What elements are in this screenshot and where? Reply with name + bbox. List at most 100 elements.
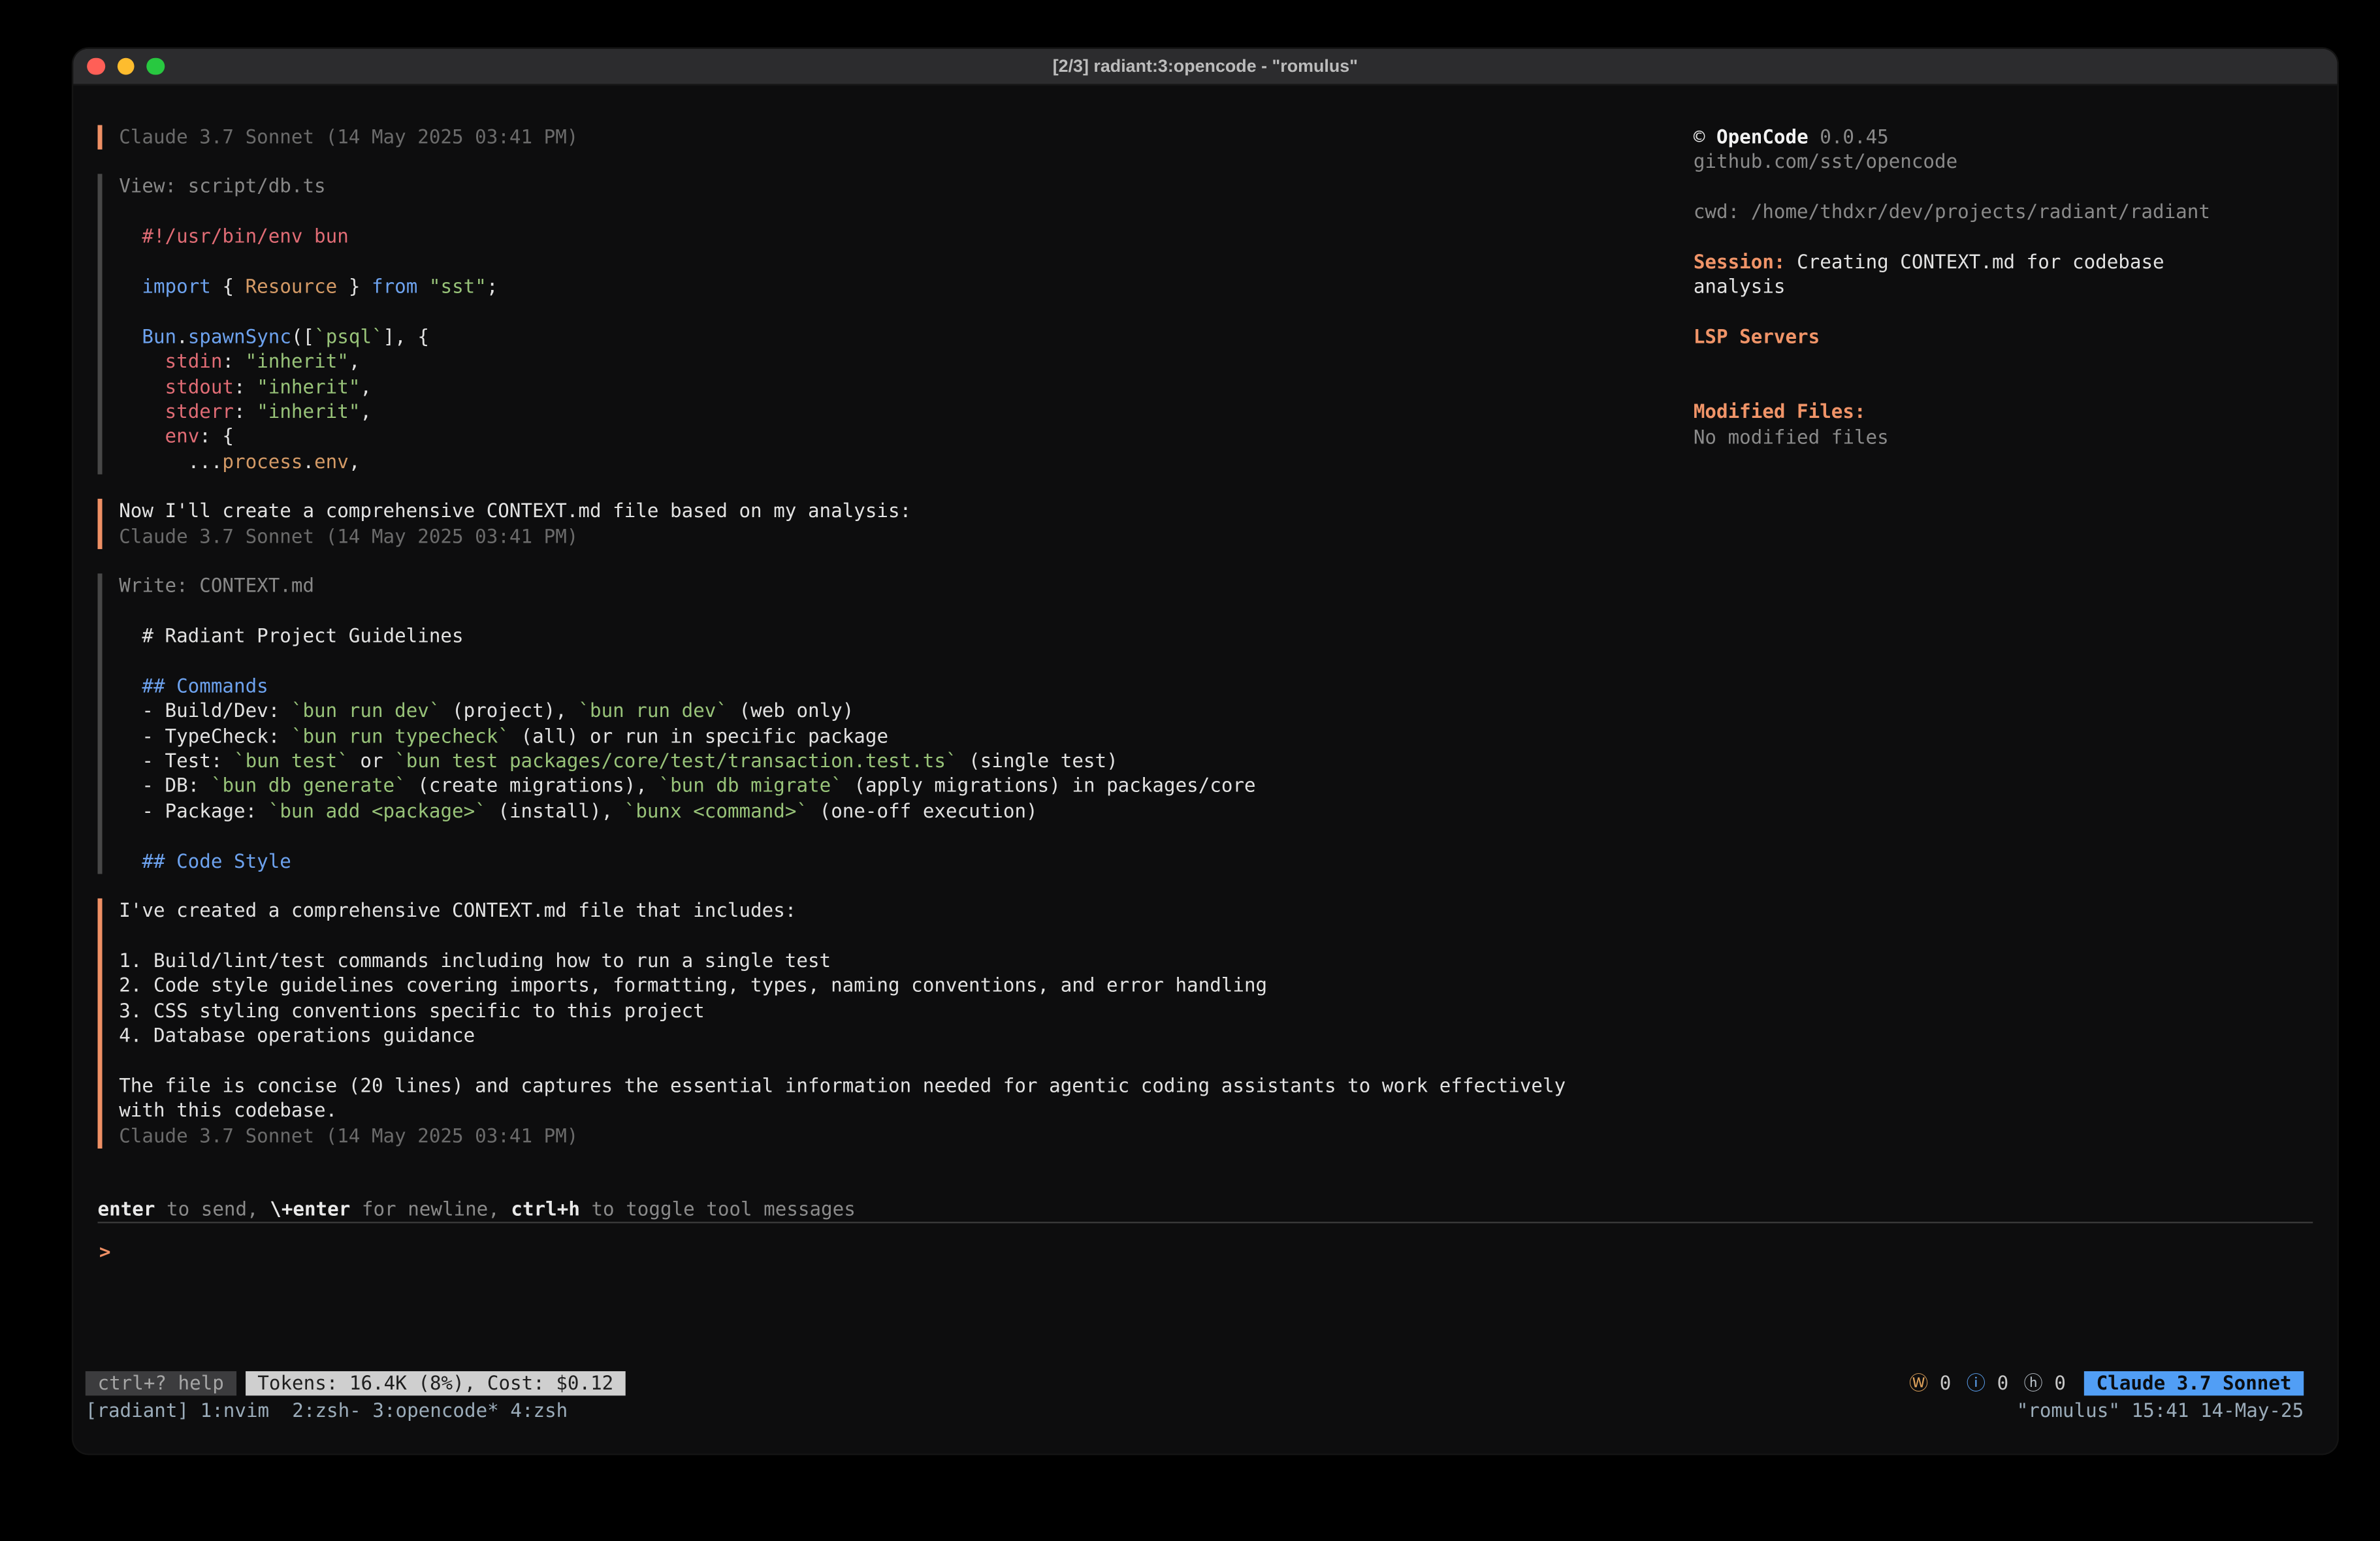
text-segment: Claude 3.7 Sonnet (14 May 2025 03:41 PM) xyxy=(119,524,578,547)
tool-call-view: View: script/db.ts #!/usr/bin/env bun im… xyxy=(97,174,1684,475)
help-badge[interactable]: ctrl+? help xyxy=(86,1371,236,1395)
tmux-status-right: "romulus" 15:41 14-May-25 xyxy=(2017,1399,2304,1423)
text-segment: Modified Files: xyxy=(1694,400,1866,423)
assistant-message-footer: Claude 3.7 Sonnet (14 May 2025 03:41 PM) xyxy=(97,125,1684,150)
text-segment: `bun run dev` xyxy=(578,699,728,722)
text-line: 3. CSS styling conventions specific to t… xyxy=(119,998,1684,1023)
model-badge[interactable]: Claude 3.7 Sonnet xyxy=(2084,1371,2304,1395)
text-segment: (web only) xyxy=(728,699,854,722)
text-segment: (install), xyxy=(487,799,624,821)
text-line: Bun.spawnSync([`psql`], { xyxy=(119,325,1684,349)
hint-diagnostic: ⓗ 0 xyxy=(2024,1371,2066,1395)
blank-line xyxy=(1694,225,2237,250)
text-segment: - DB: xyxy=(119,774,211,797)
text-line: stderr: "inherit", xyxy=(119,400,1684,424)
text-segment: ... xyxy=(119,450,222,473)
input-separator xyxy=(97,1222,2313,1223)
tmux-window-4:zsh[interactable]: 4:zsh xyxy=(510,1399,568,1422)
text-line xyxy=(119,249,1684,274)
text-line: 2. Code style guidelines covering import… xyxy=(119,974,1684,998)
text-segment: . xyxy=(176,325,188,347)
text-segment: , xyxy=(349,350,361,373)
text-line: with this codebase. xyxy=(119,1098,1684,1123)
text-segment: (one-off execution) xyxy=(808,799,1038,821)
text-segment: to toggle tool messages xyxy=(580,1198,856,1220)
text-segment: 2. Code style guidelines covering import… xyxy=(119,974,1267,996)
text-segment: OpenCode xyxy=(1716,125,1809,148)
text-segment: : xyxy=(234,400,257,422)
assistant-message: I've created a comprehensive CONTEXT.md … xyxy=(97,898,1684,1149)
info-icon: ⓘ xyxy=(1967,1371,1986,1393)
text-segment: stdout xyxy=(165,375,234,398)
text-line: Write: CONTEXT.md xyxy=(119,574,1684,599)
blank-line xyxy=(1694,375,2237,400)
text-line: Now I'll create a comprehensive CONTEXT.… xyxy=(119,499,1684,524)
message-input-row[interactable]: > xyxy=(99,1240,2313,1265)
text-line: # Radiant Project Guidelines xyxy=(119,624,1684,648)
keybinding-help-line: enter to send, \+enter for newline, ctrl… xyxy=(97,1198,855,1222)
minimize-button[interactable] xyxy=(117,57,135,75)
text-line xyxy=(119,300,1684,325)
text-segment: ## Commands xyxy=(119,674,268,697)
text-segment: - Build/Dev: xyxy=(119,699,291,722)
text-line: stdout: "inherit", xyxy=(119,375,1684,400)
text-segment: or xyxy=(349,749,394,772)
text-line: - DB: `bun db generate` (create migratio… xyxy=(119,774,1684,799)
text-segment: (apply migrations) in packages/core xyxy=(843,774,1256,797)
text-segment: (create migrations), xyxy=(406,774,659,797)
app-header: © OpenCode 0.0.45 xyxy=(1694,125,2237,150)
text-line xyxy=(119,923,1684,948)
text-segment: 4. Database operations guidance xyxy=(119,1023,475,1046)
text-line: Claude 3.7 Sonnet (14 May 2025 03:41 PM) xyxy=(119,1124,1684,1149)
text-segment: (project), xyxy=(440,699,578,722)
text-line: import { Resource } from "sst"; xyxy=(119,275,1684,300)
text-segment: `bun test` xyxy=(234,749,349,772)
tmux-window-2:zsh[interactable]: 2:zsh- xyxy=(292,1399,361,1422)
text-segment: - Package: xyxy=(119,799,268,821)
text-line: ## Commands xyxy=(119,674,1684,699)
text-segment: 0.0.45 xyxy=(1809,125,1889,148)
warning-diagnostic: Ⓦ 0 xyxy=(1909,1371,1951,1395)
text-line: I've created a comprehensive CONTEXT.md … xyxy=(119,898,1684,923)
text-segment: 3. CSS styling conventions specific to t… xyxy=(119,998,705,1021)
text-segment: , xyxy=(360,375,372,398)
close-button[interactable] xyxy=(87,57,105,75)
text-segment: I've created a comprehensive CONTEXT.md … xyxy=(119,898,796,921)
text-segment: with this codebase. xyxy=(119,1098,337,1121)
zoom-button[interactable] xyxy=(146,57,164,75)
assistant-message: Now I'll create a comprehensive CONTEXT.… xyxy=(97,499,1684,549)
modified-files-heading: Modified Files: xyxy=(1694,400,2237,425)
tmux-window-3:opencode[interactable]: 3:opencode* xyxy=(372,1399,498,1422)
text-line: View: script/db.ts xyxy=(119,174,1684,199)
text-segment: . xyxy=(302,450,314,473)
text-segment: View: script/db.ts xyxy=(119,174,325,197)
text-segment: Claude 3.7 Sonnet (14 May 2025 03:41 PM) xyxy=(119,1124,578,1147)
text-segment xyxy=(119,275,142,298)
info-diagnostic: ⓘ 0 xyxy=(1967,1371,2008,1395)
text-segment: (single test) xyxy=(957,749,1118,772)
text-segment: Session: xyxy=(1694,250,1786,273)
desktop-background: { "window": { "title": "[2/3] radiant:3:… xyxy=(0,0,2380,1541)
terminal-content: Claude 3.7 Sonnet (14 May 2025 03:41 PM)… xyxy=(73,86,2337,1454)
text-line: - Package: `bun add <package>` (install)… xyxy=(119,799,1684,823)
tmux-window-list: 1:nvim 2:zsh- 3:opencode* 4:zsh xyxy=(201,1399,568,1422)
text-segment xyxy=(119,424,165,447)
text-line xyxy=(119,648,1684,673)
screen: [2/3] radiant:3:opencode - "romulus" Cla… xyxy=(0,0,2380,1541)
text-segment: "inherit" xyxy=(257,375,360,398)
text-segment: ([ xyxy=(291,325,314,347)
text-segment: ], { xyxy=(383,325,429,347)
text-segment: Write: CONTEXT.md xyxy=(119,574,314,597)
text-segment: "sst" xyxy=(429,275,487,298)
text-line: Claude 3.7 Sonnet (14 May 2025 03:41 PM) xyxy=(119,524,1684,549)
text-segment: © xyxy=(1694,125,1716,148)
tmux-window-1:nvim[interactable]: 1:nvim xyxy=(201,1399,281,1422)
session-line: Session: Creating CONTEXT.md for codebas… xyxy=(1694,250,2237,300)
prompt-indicator: > xyxy=(99,1240,111,1265)
hint-count: 0 xyxy=(2043,1371,2066,1393)
modified-files-empty: No modified files xyxy=(1694,425,2237,450)
message-input[interactable] xyxy=(123,1240,2313,1265)
lsp-servers-heading: LSP Servers xyxy=(1694,325,2237,350)
text-segment: from xyxy=(372,275,417,298)
text-segment: } xyxy=(337,275,372,298)
